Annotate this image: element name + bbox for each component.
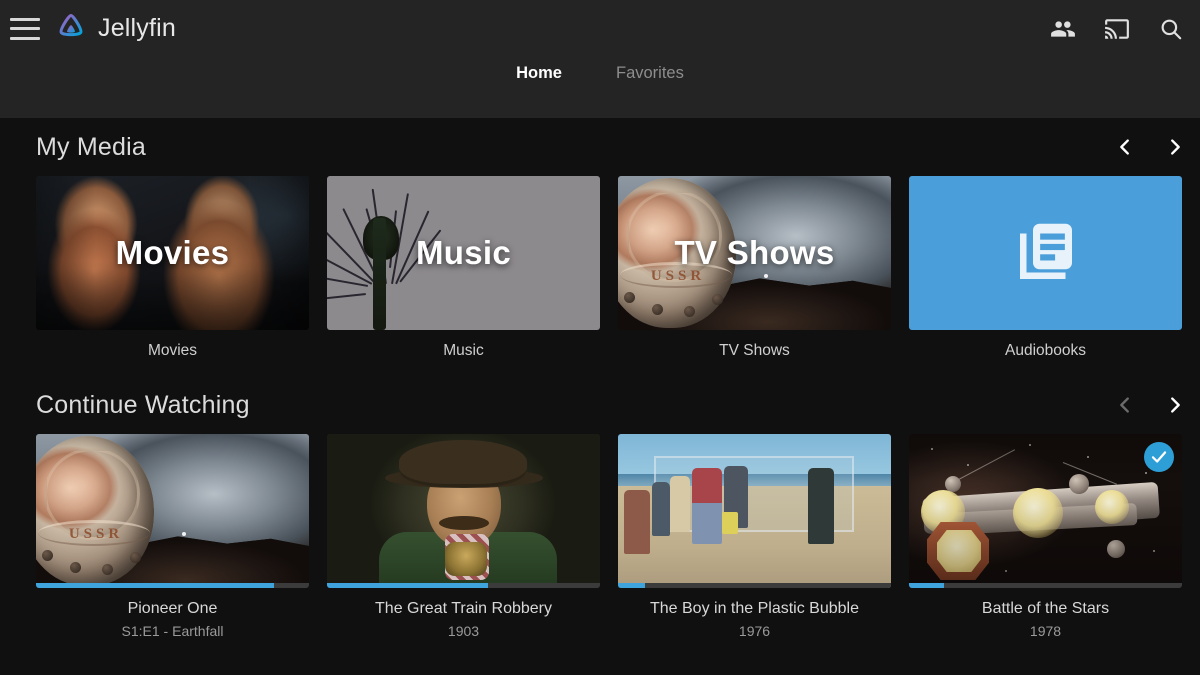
media-card-subtitle: 1903 xyxy=(447,623,480,639)
hamburger-bar xyxy=(10,17,40,21)
progress-fill xyxy=(36,583,274,588)
continue-watching-row: USSR Pioneer One S1:E1 - Earthfall The G… xyxy=(0,434,1200,639)
header-actions xyxy=(1050,0,1184,57)
progress-fill xyxy=(618,583,646,588)
tab-favorites[interactable]: Favorites xyxy=(610,60,690,87)
library-overlay-title: Movies xyxy=(115,234,230,271)
media-card-title: Pioneer One xyxy=(127,600,218,617)
user-group-icon[interactable] xyxy=(1050,16,1076,42)
page-title: My Media xyxy=(36,132,146,161)
hamburger-menu-icon[interactable] xyxy=(10,17,40,40)
my-media-carousel-controls xyxy=(1114,118,1186,176)
great-train-robbery-artwork xyxy=(327,434,600,588)
section-continue-watching: Continue Watching USSR Pioneer One S1:E1… xyxy=(0,376,1200,639)
library-card-audiobooks[interactable]: Audiobooks xyxy=(909,176,1182,360)
media-card-battle-of-the-stars[interactable]: Battle of the Stars 1978 xyxy=(909,434,1182,639)
library-thumb: USSR TV Shows xyxy=(618,176,891,330)
my-media-header: My Media xyxy=(0,118,1200,176)
header-tabs: Home Favorites xyxy=(0,60,1200,87)
progress-bar xyxy=(909,583,1182,588)
media-card-subtitle: 1978 xyxy=(1029,623,1062,639)
library-card-tvshows[interactable]: USSR TV Shows TV Shows xyxy=(618,176,891,360)
check-icon xyxy=(1151,451,1167,463)
pioneer-one-artwork: USSR xyxy=(36,434,309,588)
tab-home[interactable]: Home xyxy=(510,60,568,87)
library-thumb xyxy=(909,176,1182,330)
jellyfin-logo-icon xyxy=(59,13,83,36)
library-card-label: Audiobooks xyxy=(1004,342,1086,359)
brand-name: Jellyfin xyxy=(98,14,177,42)
progress-fill xyxy=(909,583,945,588)
media-card-subtitle: S1:E1 - Earthfall xyxy=(121,623,224,639)
library-card-label: TV Shows xyxy=(719,342,790,359)
media-thumb xyxy=(618,434,891,588)
cast-icon[interactable] xyxy=(1104,16,1130,42)
library-card-label: Movies xyxy=(147,342,198,359)
my-media-row: Movies Movies Music Music USSR TV Shows … xyxy=(0,176,1200,360)
section-my-media: My Media Movies Movies Music Music USSR … xyxy=(0,118,1200,360)
header-top-bar: Jellyfin xyxy=(0,0,1200,57)
library-books-icon xyxy=(1019,223,1072,279)
media-thumb: USSR xyxy=(36,434,309,588)
media-card-title: Battle of the Stars xyxy=(981,600,1110,617)
media-card-the-great-train-robbery[interactable]: The Great Train Robbery 1903 xyxy=(327,434,600,639)
library-card-music[interactable]: Music Music xyxy=(327,176,600,360)
app-header: Jellyfin Home Favorites xyxy=(0,0,1200,118)
library-card-movies[interactable]: Movies Movies xyxy=(36,176,309,360)
library-thumb: Music xyxy=(327,176,600,330)
progress-bar xyxy=(327,583,600,588)
hamburger-bar xyxy=(10,27,40,30)
media-card-the-boy-in-the-plastic-bubble[interactable]: The Boy in the Plastic Bubble 1976 xyxy=(618,434,891,639)
chevron-left-icon[interactable] xyxy=(1114,136,1136,158)
battle-of-the-stars-artwork xyxy=(909,434,1182,588)
chevron-right-icon[interactable] xyxy=(1164,394,1186,416)
library-thumb: Movies xyxy=(36,176,309,330)
media-thumb xyxy=(909,434,1182,588)
continue-watching-header: Continue Watching xyxy=(0,376,1200,434)
media-thumb xyxy=(327,434,600,588)
progress-bar xyxy=(618,583,891,588)
continue-watching-carousel-controls xyxy=(1114,376,1186,434)
section-title: Continue Watching xyxy=(36,390,250,419)
brand-home-link[interactable]: Jellyfin xyxy=(54,12,176,46)
page-body: My Media Movies Movies Music Music USSR … xyxy=(0,118,1200,639)
progress-fill xyxy=(327,583,489,588)
library-overlay-title: TV Shows xyxy=(674,234,835,271)
media-card-title: The Boy in the Plastic Bubble xyxy=(649,600,859,617)
audiobooks-tile xyxy=(909,176,1182,330)
hamburger-bar xyxy=(10,36,40,40)
plastic-bubble-artwork xyxy=(618,434,891,588)
media-card-title: The Great Train Robbery xyxy=(375,600,552,617)
media-card-pioneer-one[interactable]: USSR Pioneer One S1:E1 - Earthfall xyxy=(36,434,309,639)
chevron-left-icon[interactable] xyxy=(1114,394,1136,416)
progress-bar xyxy=(36,583,309,588)
library-card-label: Music xyxy=(443,342,484,359)
search-icon[interactable] xyxy=(1158,16,1184,42)
library-overlay-title: Music xyxy=(415,234,512,271)
media-card-subtitle: 1976 xyxy=(738,623,771,639)
chevron-right-icon[interactable] xyxy=(1164,136,1186,158)
watched-badge[interactable] xyxy=(1144,442,1174,472)
